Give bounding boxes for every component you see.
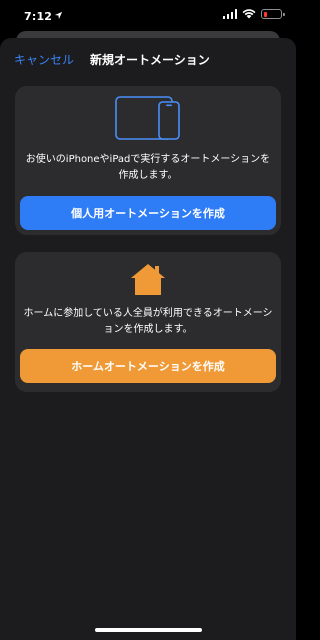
battery-level <box>263 11 267 17</box>
home-indicator[interactable] <box>95 628 202 632</box>
wifi-icon <box>242 9 256 19</box>
battery-icon <box>261 9 285 19</box>
personal-automation-description: お使いのiPhoneやiPadで実行するオートメーションを作成します。 <box>25 154 271 181</box>
home-automation-description: ホームに参加している人全員が利用できるオートメーションを作成します。 <box>23 308 273 335</box>
create-home-automation-button[interactable]: ホームオートメーションを作成 <box>20 349 276 383</box>
cancel-button[interactable]: キャンセル <box>14 51 74 68</box>
page-title: 新規オートメーション <box>90 53 210 67</box>
status-indicators <box>222 9 285 19</box>
house-icon <box>131 264 165 295</box>
status-bar: 7:12 <box>0 0 296 32</box>
location-arrow-icon <box>54 11 63 20</box>
create-personal-automation-button[interactable]: 個人用オートメーションを作成 <box>20 196 276 230</box>
home-automation-card: ホームに参加している人全員が利用できるオートメーションを作成します。 ホームオー… <box>15 252 281 392</box>
navigation-bar: キャンセル 新規オートメーション <box>0 38 296 80</box>
status-time: 7:12 <box>24 10 53 23</box>
iphone-ipad-icon <box>115 96 180 140</box>
modal-sheet: キャンセル 新規オートメーション お使いのiPhoneやiPadで実行するオート… <box>0 38 296 640</box>
cellular-signal-icon <box>222 9 237 19</box>
screen: 7:12 キャンセル 新規オートメーション お使いのiPhoneやiPadで実行… <box>0 0 296 640</box>
personal-automation-card: お使いのiPhoneやiPadで実行するオートメーションを作成します。 個人用オ… <box>15 86 281 235</box>
